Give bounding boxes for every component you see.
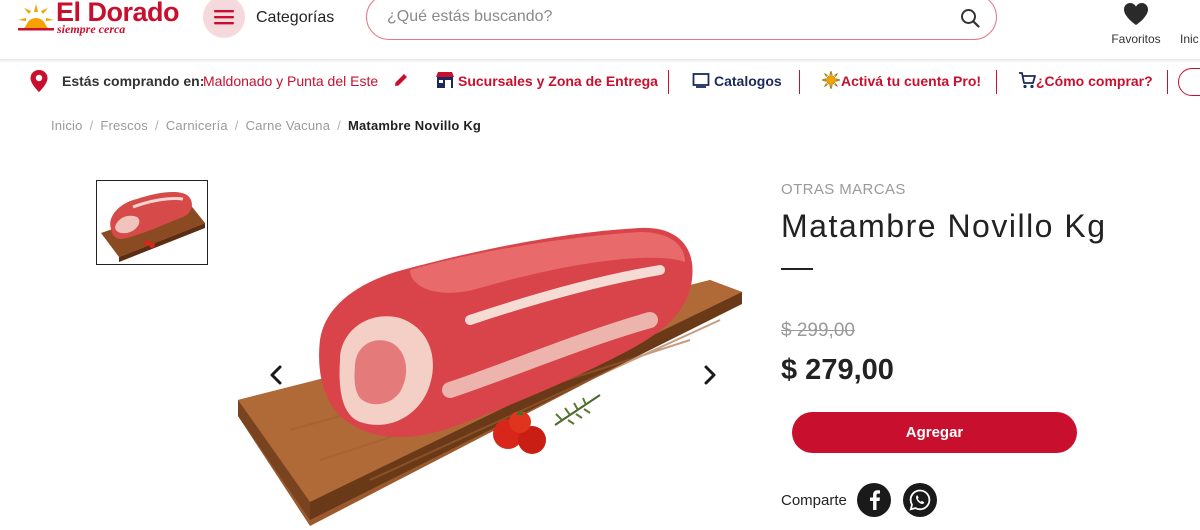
product-title: Matambre Novillo Kg [781,208,1107,244]
location-pin-icon [30,70,48,92]
breadcrumb-item[interactable]: Carnicería [166,118,228,133]
sun-logo-icon [18,4,54,31]
favorites-button[interactable]: Favoritos [1104,0,1168,50]
store-icon [436,72,454,88]
original-price: $ 299,00 [781,320,855,341]
catalogs-link[interactable]: Catalogos [714,73,782,89]
categories-menu-button[interactable] [203,0,245,38]
search-input[interactable] [387,5,947,29]
activate-pro-link[interactable]: Activá tu cuenta Pro! [841,73,981,89]
breadcrumb: Inicio / Frescos / Carnicería / Carne Vacuna / M… [51,118,482,133]
heart-icon [1124,3,1148,25]
next-image-arrow-icon[interactable] [698,364,720,386]
breadcrumb-item[interactable]: Inicio [51,118,83,133]
search-icon[interactable] [960,8,980,28]
product-brand[interactable]: OTRAS MARCAS [781,181,906,198]
location-value[interactable]: Maldonado y Punta del Este [203,73,378,89]
previous-image-arrow-icon[interactable] [266,364,288,386]
favorites-label: Favoritos [1111,32,1161,46]
store-info-bar: Estás comprando en: Maldonado y Punta de… [0,64,1200,100]
logo-tagline: siempre cerca [57,22,126,36]
hamburger-icon [214,10,234,25]
home-link[interactable]: Inic [1180,32,1199,46]
edit-pencil-icon[interactable] [393,72,409,88]
catalog-icon [692,73,710,88]
cart-icon [1019,72,1036,89]
title-divider [781,268,813,270]
how-to-buy-link[interactable]: ¿Cómo comprar? [1036,73,1153,89]
divider [1167,70,1168,94]
el-dorado-logo[interactable]: El Dorado siempre cerca [14,0,184,40]
breadcrumb-item[interactable]: Frescos [100,118,148,133]
sun-icon [822,71,840,89]
extra-nav-pill[interactable] [1178,68,1200,96]
whatsapp-share-button[interactable] [903,483,937,517]
product-main-image [238,227,742,526]
location-prefix: Estás comprando en: [62,73,205,89]
branches-delivery-link[interactable]: Sucursales y Zona de Entrega [458,73,658,89]
breadcrumb-item[interactable]: Carne Vacuna [246,118,331,133]
site-header: El Dorado siempre cerca Categorías Favor… [0,0,1200,60]
breadcrumb-current: Matambre Novillo Kg [347,118,482,133]
product-thumbnail[interactable] [96,180,208,265]
add-to-cart-button[interactable]: Agregar [792,412,1077,453]
header-divider [0,59,1200,63]
facebook-icon [870,490,880,510]
categories-label[interactable]: Categorías [256,9,334,27]
current-price: $ 279,00 [781,354,894,386]
divider [996,70,997,94]
share-label: Comparte [781,492,847,509]
divider [799,70,800,94]
search-bar [366,0,997,40]
facebook-share-button[interactable] [857,483,891,517]
whatsapp-icon [909,489,931,511]
divider [668,70,669,94]
meat-thumbnail-image [101,192,205,262]
